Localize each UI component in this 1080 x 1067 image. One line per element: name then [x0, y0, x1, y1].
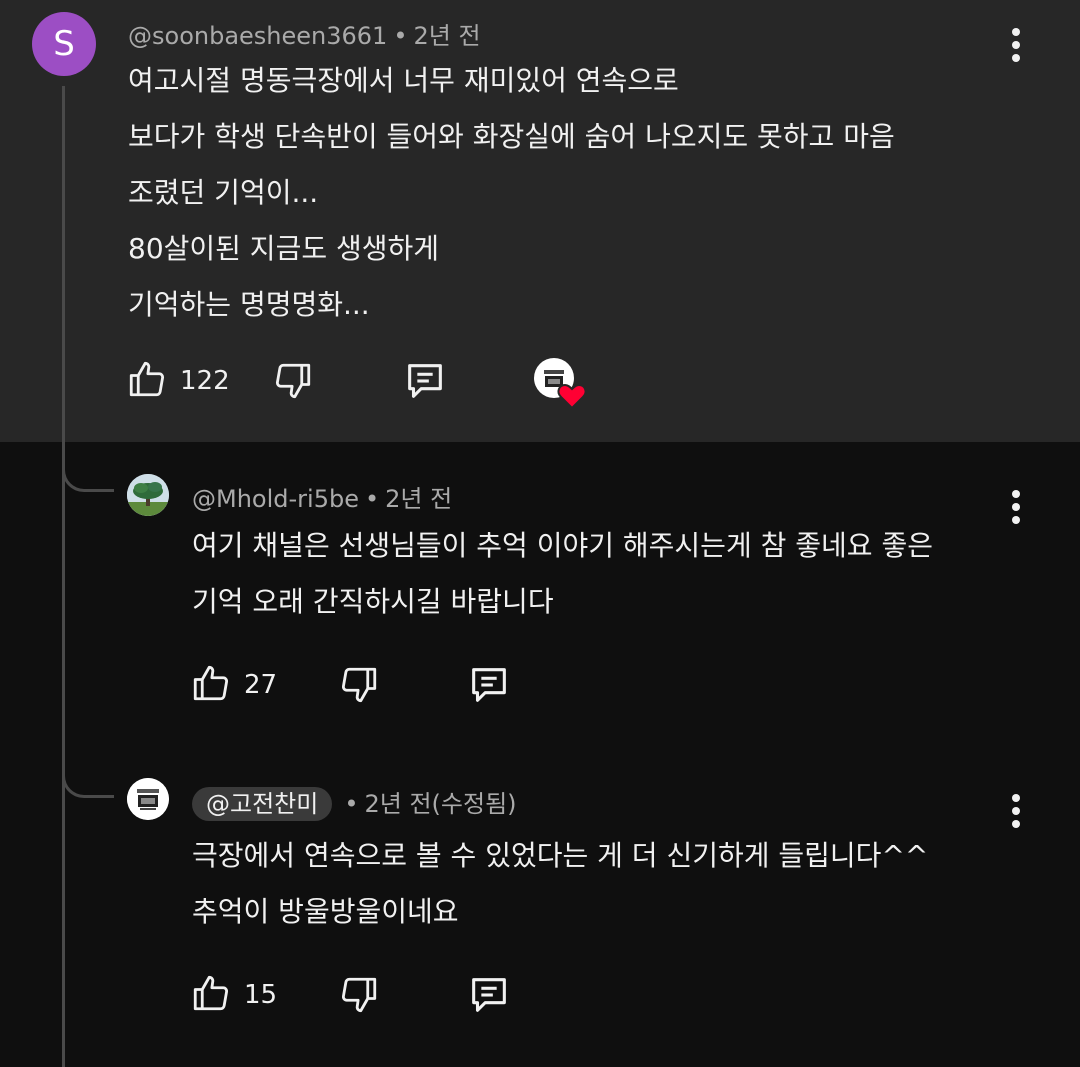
reply-meta: @Mhold-ri5be • 2년 전 — [192, 479, 452, 514]
comment-line: 보다가 학생 단속반이 들어와 화장실에 숨어 나오지도 못하고 마음 — [128, 120, 895, 153]
reply-meta: @고전찬미 • 2년 전(수정됨) — [192, 784, 517, 821]
like-count: 15 — [244, 980, 278, 1010]
reply-line: 추억이 방울방울이네요 — [192, 895, 459, 928]
reply-icon[interactable] — [466, 662, 512, 708]
separator-dot: • — [344, 790, 359, 818]
comment-meta: @soonbaesheen3661 • 2년 전 — [128, 16, 481, 51]
comment-text: 여고시절 명동극장에서 너무 재미있어 연속으로 보다가 학생 단속반이 들어와… — [128, 53, 895, 333]
comment-line: 여고시절 명동극장에서 너무 재미있어 연속으로 — [128, 64, 679, 97]
tree-avatar-icon — [127, 474, 169, 516]
reply-icon[interactable] — [402, 358, 448, 404]
comment-line: 80살이된 지금도 생생하게 — [128, 232, 440, 265]
like-icon[interactable] — [190, 662, 232, 704]
thread-branch — [62, 758, 114, 798]
comment-line: 조렸던 기억이... — [128, 176, 319, 209]
separator-dot: • — [393, 22, 408, 50]
reply-time[interactable]: 2년 전(수정됨) — [364, 790, 516, 818]
like-count: 122 — [180, 366, 230, 396]
reply-line: 여기 채널은 선생님들이 추억 이야기 해주시는게 참 좋네요 좋은 — [192, 529, 933, 562]
reply-time[interactable]: 2년 전 — [385, 485, 452, 513]
reply-icon[interactable] — [466, 972, 512, 1018]
thread-line — [62, 86, 65, 1067]
separator-dot: • — [364, 485, 380, 513]
dislike-icon[interactable] — [338, 974, 380, 1016]
like-icon[interactable] — [126, 358, 168, 400]
reply-text: 극장에서 연속으로 볼 수 있었다는 게 더 신기하게 들립니다^^ 추억이 방… — [192, 828, 928, 940]
more-options-icon[interactable] — [1012, 28, 1020, 67]
more-options-icon[interactable] — [1012, 794, 1020, 833]
thread-branch — [62, 452, 114, 492]
channel-logo-icon — [127, 778, 169, 820]
reply-line: 기억 오래 간직하시길 바랍니다 — [192, 585, 554, 618]
comment-time[interactable]: 2년 전 — [413, 22, 480, 50]
comment-author[interactable]: @soonbaesheen3661 — [128, 22, 387, 50]
like-icon[interactable] — [190, 972, 232, 1014]
creator-heart-icon[interactable] — [534, 358, 592, 410]
avatar[interactable] — [127, 474, 169, 516]
like-count: 27 — [244, 670, 278, 700]
avatar[interactable] — [127, 778, 169, 820]
dislike-icon[interactable] — [338, 664, 380, 706]
more-options-icon[interactable] — [1012, 490, 1020, 529]
avatar[interactable]: S — [32, 12, 96, 76]
creator-author-chip[interactable]: @고전찬미 — [192, 787, 333, 821]
comment-line: 기억하는 명명명화... — [128, 288, 370, 321]
reply-line: 극장에서 연속으로 볼 수 있었다는 게 더 신기하게 들립니다^^ — [192, 839, 929, 872]
dislike-icon[interactable] — [272, 360, 314, 402]
reply-author[interactable]: @Mhold-ri5be — [192, 485, 359, 513]
reply-text: 여기 채널은 선생님들이 추억 이야기 해주시는게 참 좋네요 좋은 기억 오래… — [192, 518, 933, 630]
